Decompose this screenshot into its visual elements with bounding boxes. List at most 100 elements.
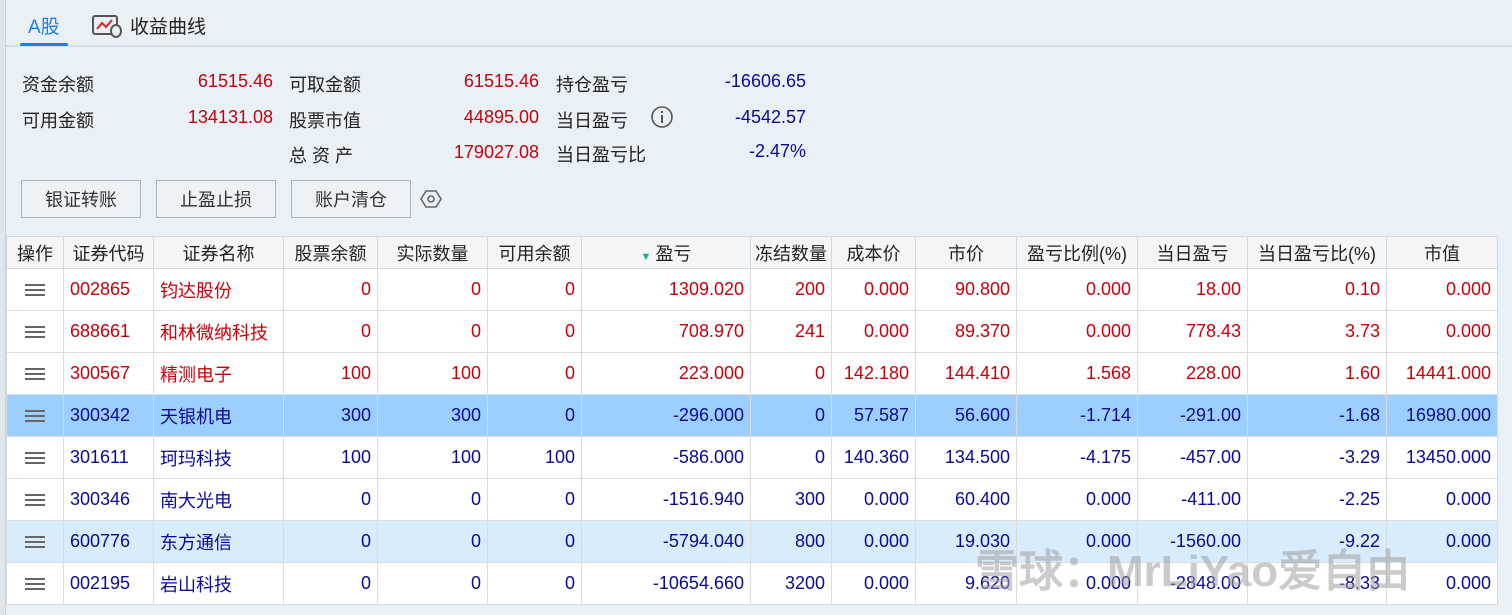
column-header[interactable]: 成本价 (831, 236, 916, 269)
total-assets-value: 179027.08 (453, 142, 539, 162)
frozen-qty-cell: 800 (750, 520, 832, 563)
stock-balance-cell: 100 (283, 436, 378, 479)
daily-pl-cell: -2848.00 (1137, 562, 1248, 605)
daily-pl-ratio-cell: -8.33 (1247, 562, 1387, 605)
column-header[interactable]: 证券代码 (63, 236, 154, 269)
cost-price-cell: 140.360 (831, 436, 916, 479)
column-header[interactable]: 市价 (915, 236, 1017, 269)
name-cell: 精测电子 (153, 352, 284, 395)
market-price-cell: 144.410 (915, 352, 1017, 395)
name-cell: 东方通信 (153, 520, 284, 563)
menu-icon (25, 536, 45, 549)
tab-a-shares[interactable]: A股 (20, 12, 68, 46)
withdrawable-value: 61515.46 (463, 71, 539, 91)
column-header[interactable]: ▼ 盈亏 (581, 236, 751, 269)
daily-pl-value: -4542.57 (734, 107, 806, 127)
daily-pl-ratio-cell: 0.10 (1247, 268, 1387, 311)
row-menu-button[interactable] (6, 436, 64, 479)
column-header[interactable]: 可用余额 (487, 236, 582, 269)
stock-balance-cell: 0 (283, 268, 378, 311)
available-label: 可用金额 (22, 111, 94, 131)
column-header[interactable]: 当日盈亏 (1137, 236, 1248, 269)
frozen-qty-cell: 0 (750, 352, 832, 395)
stock-balance-cell: 100 (283, 352, 378, 395)
market-value-cell: 0.000 (1386, 520, 1498, 563)
chart-icon (92, 14, 122, 38)
market-price-cell: 89.370 (915, 310, 1017, 353)
daily-pl-ratio-cell: -2.25 (1247, 478, 1387, 521)
table-row[interactable]: 300567 精测电子 100 100 0 223.000 0 142.180 144.410 1… (6, 352, 1498, 395)
pl-ratio-cell: 1.568 (1016, 352, 1138, 395)
info-icon[interactable] (650, 105, 674, 129)
menu-icon (25, 368, 45, 381)
table-row[interactable]: 300346 南大光电 0 0 0 -1516.940 300 0.000 60.400 0.00… (6, 478, 1498, 521)
market-value-value: 44895.00 (463, 107, 539, 127)
daily-pl-cell: 228.00 (1137, 352, 1248, 395)
actual-qty-cell: 0 (377, 562, 488, 605)
daily-pl-ratio-cell: 3.73 (1247, 310, 1387, 353)
menu-icon (25, 494, 45, 507)
actual-qty-cell: 0 (377, 310, 488, 353)
row-menu-button[interactable] (6, 268, 64, 311)
cost-price-cell: 0.000 (831, 562, 916, 605)
market-price-cell: 90.800 (915, 268, 1017, 311)
bank-transfer-button[interactable]: 银证转账 (21, 180, 141, 218)
profit-loss-cell: -586.000 (581, 436, 751, 479)
row-menu-button[interactable] (6, 352, 64, 395)
market-price-cell: 9.620 (915, 562, 1017, 605)
stock-balance-cell: 0 (283, 478, 378, 521)
pl-ratio-cell: 0.000 (1016, 310, 1138, 353)
market-value-cell: 14441.000 (1386, 352, 1498, 395)
tab-profit-curve[interactable]: 收益曲线 (92, 12, 206, 39)
menu-icon (25, 410, 45, 423)
fund-balance-value: 61515.46 (197, 71, 273, 91)
clear-account-button[interactable]: 账户清仓 (291, 180, 411, 218)
pl-ratio-cell: -4.175 (1016, 436, 1138, 479)
table-row[interactable]: 301611 珂玛科技 100 100 100 -586.000 0 140.360 134.5… (6, 436, 1498, 479)
market-value-cell: 0.000 (1386, 310, 1498, 353)
settings-icon[interactable] (420, 188, 442, 210)
table-row[interactable]: 002195 岩山科技 0 0 0 -10654.660 3200 0.000 9.620 0.0… (6, 562, 1498, 605)
column-header[interactable]: 证券名称 (153, 236, 284, 269)
column-header[interactable]: 市值 (1386, 236, 1498, 269)
tab-label: 收益曲线 (130, 17, 207, 38)
row-menu-button[interactable] (6, 562, 64, 605)
fund-balance-label: 资金余额 (22, 75, 94, 95)
menu-icon (25, 326, 45, 339)
column-header[interactable]: 操作 (6, 236, 64, 269)
table-row[interactable]: 600776 东方通信 0 0 0 -5794.040 800 0.000 19.030 0.00… (6, 520, 1498, 563)
column-header[interactable]: 当日盈亏比(%) (1247, 236, 1387, 269)
profit-loss-cell: -1516.940 (581, 478, 751, 521)
position-pl-value: -16606.65 (724, 71, 806, 91)
frozen-qty-cell: 300 (750, 478, 832, 521)
actual-qty-cell: 0 (377, 520, 488, 563)
column-header[interactable]: 实际数量 (377, 236, 488, 269)
code-cell: 600776 (63, 520, 154, 563)
name-cell: 珂玛科技 (153, 436, 284, 479)
position-pl-label: 持仓盈亏 (556, 75, 628, 95)
column-header[interactable]: 股票余额 (283, 236, 378, 269)
available-balance-cell: 0 (487, 562, 582, 605)
menu-icon (25, 284, 45, 297)
stock-balance-cell: 300 (283, 394, 378, 437)
stop-profit-loss-button[interactable]: 止盈止损 (156, 180, 276, 218)
cost-price-cell: 0.000 (831, 310, 916, 353)
available-balance-cell: 0 (487, 352, 582, 395)
pl-ratio-cell: 0.000 (1016, 478, 1138, 521)
column-header[interactable]: 冻结数量 (750, 236, 832, 269)
cost-price-cell: 0.000 (831, 268, 916, 311)
total-assets-label: 总 资 产 (289, 146, 354, 166)
table-row[interactable]: 300342 天银机电 300 300 0 -296.000 0 57.587 56.600 -1… (6, 394, 1498, 437)
row-menu-button[interactable] (6, 310, 64, 353)
profit-loss-cell: -10654.660 (581, 562, 751, 605)
menu-icon (25, 578, 45, 591)
table-row[interactable]: 002865 钧达股份 0 0 0 1309.020 200 0.000 90.800 0.000… (6, 268, 1498, 311)
row-menu-button[interactable] (6, 394, 64, 437)
row-menu-button[interactable] (6, 520, 64, 563)
pl-ratio-cell: 0.000 (1016, 520, 1138, 563)
table-row[interactable]: 688661 和林微纳科技 0 0 0 708.970 241 0.000 89.370 0.00… (6, 310, 1498, 353)
cost-price-cell: 142.180 (831, 352, 916, 395)
row-menu-button[interactable] (6, 478, 64, 521)
column-header[interactable]: 盈亏比例(%) (1016, 236, 1138, 269)
market-value-label: 股票市值 (289, 111, 361, 131)
